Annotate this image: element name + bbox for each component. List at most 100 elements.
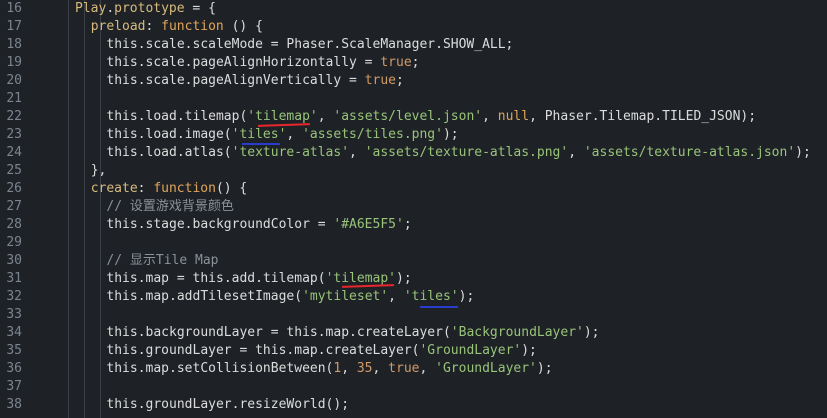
code-token: , Phaser.Tilemap.TILED_JSON);	[529, 109, 757, 124]
code-token: );	[583, 325, 600, 340]
code-token: this	[106, 37, 138, 52]
line-number: 24	[6, 145, 22, 160]
code-token: ;	[403, 217, 412, 232]
code-token: );	[536, 361, 553, 376]
code-line[interactable]: 27 // 设置游戏背景颜色	[0, 198, 827, 216]
code-line[interactable]: 25},	[0, 162, 827, 180]
code-token: ,	[419, 361, 436, 376]
line-number: 36	[6, 361, 22, 376]
code-token: this	[106, 289, 138, 304]
code-token: 'GroundLayer'	[419, 343, 522, 358]
code-token: 'assets/texture-atlas.json'	[583, 145, 796, 160]
code-lines[interactable]: 16 Play.prototype = {17 preload: function …	[0, 0, 827, 414]
code-token: this	[106, 343, 138, 358]
code-line[interactable]: 29	[0, 234, 827, 252]
code-token: ,	[349, 145, 365, 160]
code-token: .	[106, 1, 115, 16]
code-line[interactable]: 17 preload: function () {	[0, 18, 827, 36]
code-line[interactable]: 37	[0, 378, 827, 396]
code-token: .map.setCollisionBetween(	[137, 361, 334, 376]
line-number: 29	[6, 235, 22, 250]
code-token: this	[106, 73, 138, 88]
code-line[interactable]: 33	[0, 306, 827, 324]
line-number: 17	[6, 19, 22, 34]
line-number: 37	[6, 379, 22, 394]
line-number: 31	[6, 271, 22, 286]
annotation-underline-blue	[420, 306, 458, 308]
code-line[interactable]: 19 this.scale.pageAlignHorizontally = tru…	[0, 54, 827, 72]
code-text: preload: function () {	[91, 18, 263, 36]
code-token: ,	[388, 289, 404, 304]
code-token: 'tiles'	[231, 127, 287, 142]
code-token: this	[106, 109, 138, 124]
line-number: 34	[6, 325, 22, 340]
code-token: .stage.backgroundColor =	[137, 217, 334, 232]
code-token: this	[106, 127, 138, 142]
code-line[interactable]: 22 this.load.tilemap('tilemap', 'assets/l…	[0, 108, 827, 126]
code-line[interactable]: 18 this.scale.scaleMode = Phaser.ScaleMan…	[0, 36, 827, 54]
code-token: ,	[372, 361, 389, 376]
code-text: this.load.image('tiles', 'assets/tiles.p…	[106, 126, 458, 144]
code-text: this.scale.pageAlignHorizontally = true;	[106, 54, 419, 72]
code-line[interactable]: 35 this.groundLayer = this.map.createLaye…	[0, 342, 827, 360]
code-token: true	[380, 55, 412, 70]
code-token: 'assets/texture-atlas.png'	[364, 145, 569, 160]
code-token: :	[137, 181, 154, 196]
code-token: ,	[317, 109, 334, 124]
code-line[interactable]: 24 this.load.atlas('texture-atlas', 'asse…	[0, 144, 827, 162]
code-token: .map.createLayer(	[317, 325, 451, 340]
code-line[interactable]: 20 this.scale.pageAlignVertically = true;	[0, 72, 827, 90]
code-token: 35	[356, 361, 373, 376]
line-number: 28	[6, 217, 22, 232]
code-token: :	[145, 19, 162, 34]
code-token: = {	[184, 1, 216, 16]
code-token: // 显示Tile Map	[106, 253, 219, 268]
code-token: 'texture-atlas'	[231, 145, 350, 160]
line-number: 38	[6, 397, 22, 412]
code-text: this.stage.backgroundColor = '#A6E5F5';	[106, 216, 411, 234]
code-token: .add.tilemap(	[223, 271, 326, 286]
line-number: 33	[6, 307, 22, 322]
code-line[interactable]: 30 // 显示Tile Map	[0, 252, 827, 270]
code-line[interactable]: 28 this.stage.backgroundColor = '#A6E5F5'…	[0, 216, 827, 234]
code-token: this	[106, 361, 138, 376]
line-number: 26	[6, 181, 22, 196]
code-token: ,	[286, 127, 303, 142]
code-line[interactable]: 23 this.load.image('tiles', 'assets/tiles…	[0, 126, 827, 144]
code-line[interactable]: 36 this.map.setCollisionBetween(1, 35, tr…	[0, 360, 827, 378]
code-token: ,	[341, 361, 357, 376]
code-text: this.map.addTilesetImage('mytileset', 't…	[106, 288, 474, 306]
code-line[interactable]: 16 Play.prototype = {	[0, 0, 827, 18]
code-line[interactable]: 38 this.groundLayer.resizeWorld();	[0, 396, 827, 414]
code-text: this.groundLayer = this.map.createLayer(…	[106, 342, 537, 360]
code-token: this	[106, 55, 138, 70]
code-token: function	[153, 181, 216, 196]
code-token: 'tiles'	[403, 289, 459, 304]
code-token: );	[521, 343, 537, 358]
code-line[interactable]: 21	[0, 90, 827, 108]
code-token: () {	[223, 19, 263, 34]
code-text: this.groundLayer.resizeWorld();	[106, 396, 349, 414]
code-line[interactable]: 31 this.map = this.add.tilemap('tilemap')…	[0, 270, 827, 288]
code-line[interactable]: 34 this.backgroundLayer = this.map.create…	[0, 324, 827, 342]
code-token: Play	[75, 1, 107, 16]
code-text: this.backgroundLayer = this.map.createLa…	[106, 324, 599, 342]
code-token: .scale.pageAlignVertically =	[137, 73, 365, 88]
code-token: prototype	[114, 1, 185, 16]
code-token: this	[106, 271, 138, 286]
code-line[interactable]: 26 create: function() {	[0, 180, 827, 198]
code-text: this.load.atlas('texture-atlas', 'assets…	[106, 144, 810, 162]
code-token: ,	[568, 145, 584, 160]
code-token: this	[106, 217, 138, 232]
code-token: null	[497, 109, 530, 124]
code-token: .groundLayer =	[137, 343, 256, 358]
code-token: ;	[411, 55, 420, 70]
code-token: // 设置游戏背景颜色	[106, 199, 234, 214]
code-token: preload	[90, 19, 146, 34]
code-editor[interactable]: 16 Play.prototype = {17 preload: function …	[0, 0, 827, 418]
code-token: this	[106, 145, 138, 160]
code-token: 'tilemap'	[247, 109, 318, 124]
code-line[interactable]: 32 this.map.addTilesetImage('mytileset', …	[0, 288, 827, 306]
line-number: 35	[6, 343, 22, 358]
code-token: 'assets/tiles.png'	[302, 127, 443, 142]
